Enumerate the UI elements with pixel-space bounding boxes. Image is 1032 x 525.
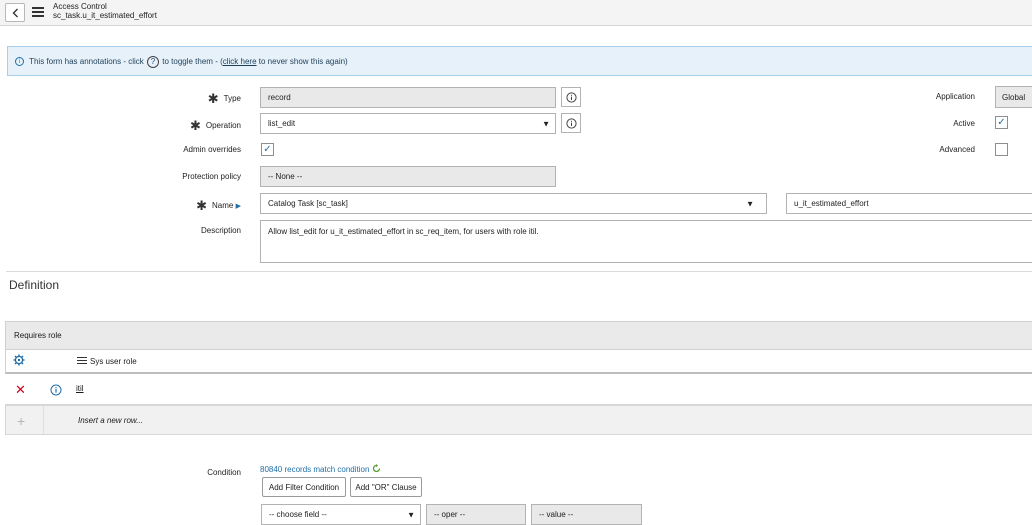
check-icon: ✓	[997, 116, 1006, 128]
admin-overrides-label: Admin overrides	[183, 145, 241, 154]
help-toggle-icon[interactable]: ?	[147, 55, 160, 68]
caret-down-icon: ▼	[542, 119, 550, 128]
header-title-record: sc_task.u_it_estimated_effort	[53, 11, 157, 20]
name-label: ✱ Name ▶	[196, 198, 241, 213]
requires-role-header: Requires role	[5, 321, 1032, 350]
caret-down-icon: ▼	[407, 510, 415, 519]
delete-row-icon[interactable]: ✕	[15, 382, 26, 398]
application-field[interactable]: Global	[995, 86, 1032, 108]
check-icon: ✓	[263, 143, 272, 155]
top-header: Access Control sc_task.u_it_estimated_ef…	[0, 0, 1032, 26]
condition-match-link[interactable]: 80840 records match condition	[260, 464, 381, 474]
info-icon	[565, 117, 577, 129]
gear-icon[interactable]	[13, 354, 25, 366]
advanced-label: Advanced	[939, 145, 975, 154]
application-label: Application	[935, 92, 975, 101]
operation-label: ✱ Operation	[189, 118, 241, 133]
chevron-left-icon	[12, 8, 18, 17]
active-label: Active	[953, 119, 975, 128]
condition-label: Condition	[207, 468, 241, 477]
protection-policy-field[interactable]: -- None --	[260, 166, 556, 187]
caret-right-icon[interactable]: ▶	[236, 203, 241, 210]
advanced-checkbox[interactable]	[995, 143, 1008, 156]
banner-suffix: to never show this again)	[258, 57, 348, 66]
table-row: ✕ itil	[5, 375, 1032, 405]
role-cell[interactable]: itil	[76, 384, 84, 393]
column-header-sys-user-role[interactable]: Sys user role	[90, 357, 137, 366]
menu-icon[interactable]	[32, 7, 44, 17]
required-asterisk-icon: ✱	[196, 198, 208, 213]
back-button[interactable]	[5, 3, 25, 22]
add-filter-condition-button[interactable]: Add Filter Condition	[262, 477, 346, 497]
header-title-main: Access Control	[53, 2, 107, 11]
definition-heading: Definition	[9, 278, 60, 292]
refresh-icon[interactable]	[372, 464, 381, 473]
plus-icon[interactable]: +	[17, 413, 25, 429]
required-asterisk-icon: ✱	[189, 118, 201, 133]
active-checkbox[interactable]: ✓	[995, 116, 1008, 129]
banner-prefix: This form has annotations - click	[29, 57, 144, 66]
operator-select[interactable]: -- oper --	[426, 504, 526, 525]
value-field[interactable]: -- value --	[531, 504, 642, 525]
description-label: Description	[200, 226, 241, 235]
admin-overrides-checkbox[interactable]: ✓	[261, 143, 274, 156]
requires-role-columns: Sys user role	[5, 350, 1032, 374]
choose-field-select[interactable]: -- choose field -- ▼	[261, 504, 421, 525]
info-icon[interactable]	[50, 384, 62, 396]
protection-policy-label: Protection policy	[182, 172, 241, 181]
column-menu-icon[interactable]	[77, 357, 87, 364]
info-icon	[565, 91, 577, 103]
name-field-select[interactable]: u_it_estimated_effort	[786, 193, 1032, 214]
info-icon: i	[15, 57, 24, 67]
banner-middle: to toggle them - (	[162, 57, 223, 66]
caret-down-icon: ▼	[746, 199, 754, 208]
operation-info-button[interactable]	[561, 113, 581, 133]
type-label: ✱ Type	[207, 91, 241, 106]
name-table-select[interactable]: Catalog Task [sc_task] ▼	[260, 193, 767, 214]
type-info-button[interactable]	[561, 87, 581, 107]
add-or-clause-button[interactable]: Add "OR" Clause	[350, 477, 422, 497]
description-textarea[interactable]: Allow list_edit for u_it_estimated_effor…	[260, 220, 1032, 263]
insert-row-placeholder[interactable]: Insert a new row...	[78, 416, 143, 425]
operation-select[interactable]: list_edit ▼	[260, 113, 556, 134]
required-asterisk-icon: ✱	[207, 91, 219, 106]
annotation-banner: i This form has annotations - click ? to…	[7, 46, 1032, 76]
insert-row[interactable]: + Insert a new row...	[5, 405, 1032, 435]
section-divider	[6, 271, 1032, 272]
header-title: Access Control sc_task.u_it_estimated_ef…	[53, 2, 157, 20]
type-field[interactable]: record	[260, 87, 556, 108]
never-show-link[interactable]: click here	[223, 57, 257, 66]
